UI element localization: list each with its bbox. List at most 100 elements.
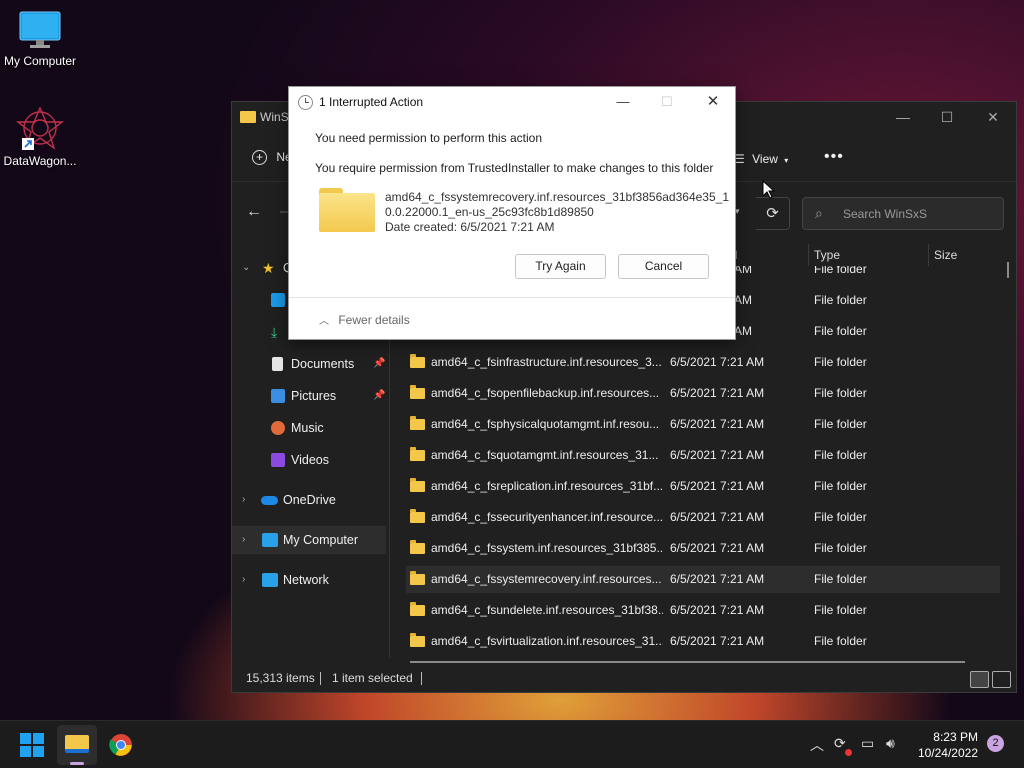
system-clock[interactable]: 8:23 PM 10/24/2022 [918,729,978,761]
file-row[interactable]: amd64_c_fssystemrecovery.inf.resources..… [406,566,1000,593]
sync-icon[interactable]: ⟳ [834,735,846,752]
file-type: File folder [814,603,867,617]
file-row[interactable]: amd64_c_fsinfrastructure.inf.resources_3… [406,349,1000,376]
tiles-view-icon[interactable] [992,671,1011,688]
new-button[interactable]: + Ne [252,150,292,165]
file-row[interactable]: amd64_c_fsreplication.inf.resources_31bf… [406,473,1000,500]
back-arrow-icon[interactable]: ← [246,203,262,221]
clock-date: 10/24/2022 [917,746,978,760]
file-date-created: Date created: 6/5/2021 7:21 AM [385,220,555,234]
file-type: File folder [814,293,867,307]
notification-badge[interactable]: 2 [987,735,1004,752]
folder-icon [410,385,425,399]
volume-icon[interactable]: 🔊︎ [886,735,895,752]
file-row[interactable]: amd64_c_fsphysicalquotamgmt.inf.resou...… [406,411,1000,438]
desktop-icon-datawagon[interactable]: DataWagon... [0,106,80,168]
desktop-icon-label: My Computer [3,54,77,68]
try-again-button[interactable]: Try Again [515,254,606,279]
maximize-button[interactable]: ☐ [924,102,970,132]
sync-error-badge [845,749,852,756]
sidebar-item-my-computer[interactable]: › My Computer [232,526,386,554]
folder-icon [410,602,425,616]
windows-logo-icon [20,733,44,757]
column-header-size[interactable]: Size [934,248,957,262]
chrome-taskbar-button[interactable] [101,725,141,765]
file-date: 6/5/2021 7:21 AM [670,355,765,369]
file-row[interactable]: amd64_c_fssecurityenhancer.inf.resource.… [406,504,1000,531]
desktop-icon-label: DataWagon... [3,154,77,168]
dialog-title: 1 Interrupted Action [319,95,424,109]
more-options-icon[interactable]: ••• [824,148,844,166]
status-divider [320,672,321,685]
file-row[interactable]: amd64_c_fsvirtualization.inf.resources_3… [406,628,1000,655]
chevron-up-icon[interactable]: ︿ [810,735,824,755]
minimize-button[interactable]: — [880,102,926,132]
sidebar-item-label: Documents [291,357,355,371]
folder-icon [410,447,425,461]
file-name: amd64_c_fsundelete.inf.resources_31bf38.… [431,603,663,617]
file-type: File folder [814,355,867,369]
file-type: File folder [814,324,867,338]
sidebar-item-network[interactable]: › Network [232,566,386,594]
vertical-scrollbar[interactable] [1007,262,1009,278]
clock-time: 8:23 PM [933,730,978,744]
taskbar: ︿ ⟳ ▭ 🔊︎ 8:23 PM 10/24/2022 2 [0,720,1024,768]
plus-circle-icon: + [252,150,267,165]
view-button[interactable]: ☰ View ▾ [734,152,788,166]
folder-icon [65,735,89,753]
chevron-right-icon: › [242,574,246,585]
search-input[interactable]: ⌕ Search WinSxS [802,197,1004,230]
start-button[interactable] [12,725,52,765]
pictures-icon [271,389,285,403]
folder-icon [410,540,425,554]
videos-icon [271,453,285,467]
file-date: 6/5/2021 7:21 AM [670,417,765,431]
file-name: amd64_c_fssystemrecovery.inf.resources..… [431,572,662,586]
folder-icon [240,111,256,123]
status-bar: 15,313 items 1 item selected [232,666,1016,692]
clock-icon [298,95,313,110]
details-view-icon[interactable] [970,671,989,688]
file-name: amd64_c_fsreplication.inf.resources_31bf… [431,479,663,493]
desktop-icon-my-computer[interactable]: My Computer [0,10,80,68]
pin-icon[interactable]: 📌 [373,382,385,410]
column-separator[interactable] [808,244,809,266]
horizontal-scrollbar[interactable] [410,661,965,663]
folder-icon [410,478,425,492]
close-button[interactable]: ✕ [970,102,1016,132]
column-header-type[interactable]: Type [814,248,840,262]
file-date: 6/5/2021 7:21 AM [670,541,765,555]
sidebar-item-documents[interactable]: Documents 📌 [232,350,386,378]
download-icon: ⤓ [271,324,278,340]
chevron-right-icon: › [242,534,246,545]
refresh-icon[interactable]: ⟳ [756,197,790,230]
file-row[interactable]: amd64_c_fssystem.inf.resources_31bf385..… [406,535,1000,562]
minimize-button[interactable]: — [603,91,643,113]
sidebar-item-music[interactable]: Music [232,414,386,442]
file-date: 6/5/2021 7:21 AM [670,448,765,462]
file-type: File folder [814,541,867,555]
file-row[interactable]: amd64_c_fsundelete.inf.resources_31bf38.… [406,597,1000,624]
display-icon[interactable]: ▭ [861,735,874,752]
chevron-down-icon: ⌄ [242,262,251,273]
file-row[interactable]: amd64_c_fsquotamgmt.inf.resources_31... 6… [406,442,1000,469]
file-name: amd64_c_fsphysicalquotamgmt.inf.resou... [431,417,660,431]
file-date: 6/5/2021 7:21 AM [670,572,765,586]
sidebar-item-pictures[interactable]: Pictures 📌 [232,382,386,410]
file-row[interactable]: amd64_c_fsopenfilebackup.inf.resources..… [406,380,1000,407]
sidebar-item-videos[interactable]: Videos [232,446,386,474]
column-separator[interactable] [928,244,929,266]
close-button[interactable]: ✕ [693,91,733,113]
interrupted-action-dialog: 1 Interrupted Action — ☐ ✕ You need perm… [288,86,736,340]
pin-icon[interactable]: 📌 [373,350,385,378]
star-icon: ★ [262,260,275,276]
maximize-button[interactable]: ☐ [647,91,687,113]
file-name: amd64_c_fssecurityenhancer.inf.resource.… [431,510,663,524]
fewer-details-toggle[interactable]: ︿ Fewer details [319,312,410,327]
file-name: amd64_c_fsvirtualization.inf.resources_3… [431,634,663,648]
file-name-line2: 0.0.22000.1_en-us_25c93fc8b1d89850 [385,205,594,219]
folder-icon [410,509,425,523]
sidebar-item-onedrive[interactable]: › OneDrive [232,486,386,514]
file-explorer-taskbar-button[interactable] [57,725,97,765]
cancel-button[interactable]: Cancel [618,254,709,279]
